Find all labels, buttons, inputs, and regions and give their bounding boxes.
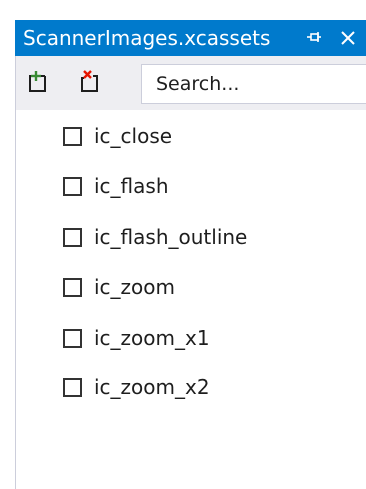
item-label: ic_flash_outline — [94, 225, 248, 249]
list-item[interactable]: ic_zoom — [63, 272, 175, 302]
list-item[interactable]: ic_flash — [63, 171, 169, 201]
checkbox[interactable] — [63, 277, 82, 297]
list-item[interactable]: ic_close — [63, 121, 172, 151]
item-label: ic_zoom_x1 — [94, 326, 210, 350]
search-input[interactable] — [142, 65, 366, 103]
search-box — [141, 64, 366, 104]
item-label: ic_close — [94, 124, 173, 148]
tool-window: ScannerImages.xcassets Search... ic_clos… — [0, 0, 366, 489]
checkbox[interactable] — [63, 227, 82, 247]
list-item[interactable]: ic_flash_outline — [63, 222, 247, 252]
item-label: ic_flash — [94, 174, 169, 198]
window-title: ScannerImages.xcassets — [23, 26, 271, 50]
remove-item-icon[interactable] — [78, 69, 104, 95]
pin-icon[interactable] — [304, 28, 324, 48]
checkbox[interactable] — [63, 377, 82, 397]
title-bar[interactable]: ScannerImages.xcassets — [15, 20, 366, 56]
checkbox[interactable] — [63, 126, 82, 146]
title-actions — [304, 20, 358, 56]
checkbox[interactable] — [63, 176, 82, 196]
close-icon[interactable] — [338, 28, 358, 48]
checkbox[interactable] — [63, 328, 82, 348]
list-item[interactable]: ic_zoom_x1 — [63, 323, 210, 353]
list-item[interactable]: ic_zoom_x2 — [63, 372, 210, 402]
item-label: ic_zoom — [94, 275, 176, 299]
toolbar — [15, 56, 366, 110]
item-label: ic_zoom_x2 — [94, 375, 210, 399]
add-item-icon[interactable] — [26, 69, 52, 95]
asset-list-area: ic_close ic_flash ic_flash_outline ic_zo… — [15, 110, 366, 489]
